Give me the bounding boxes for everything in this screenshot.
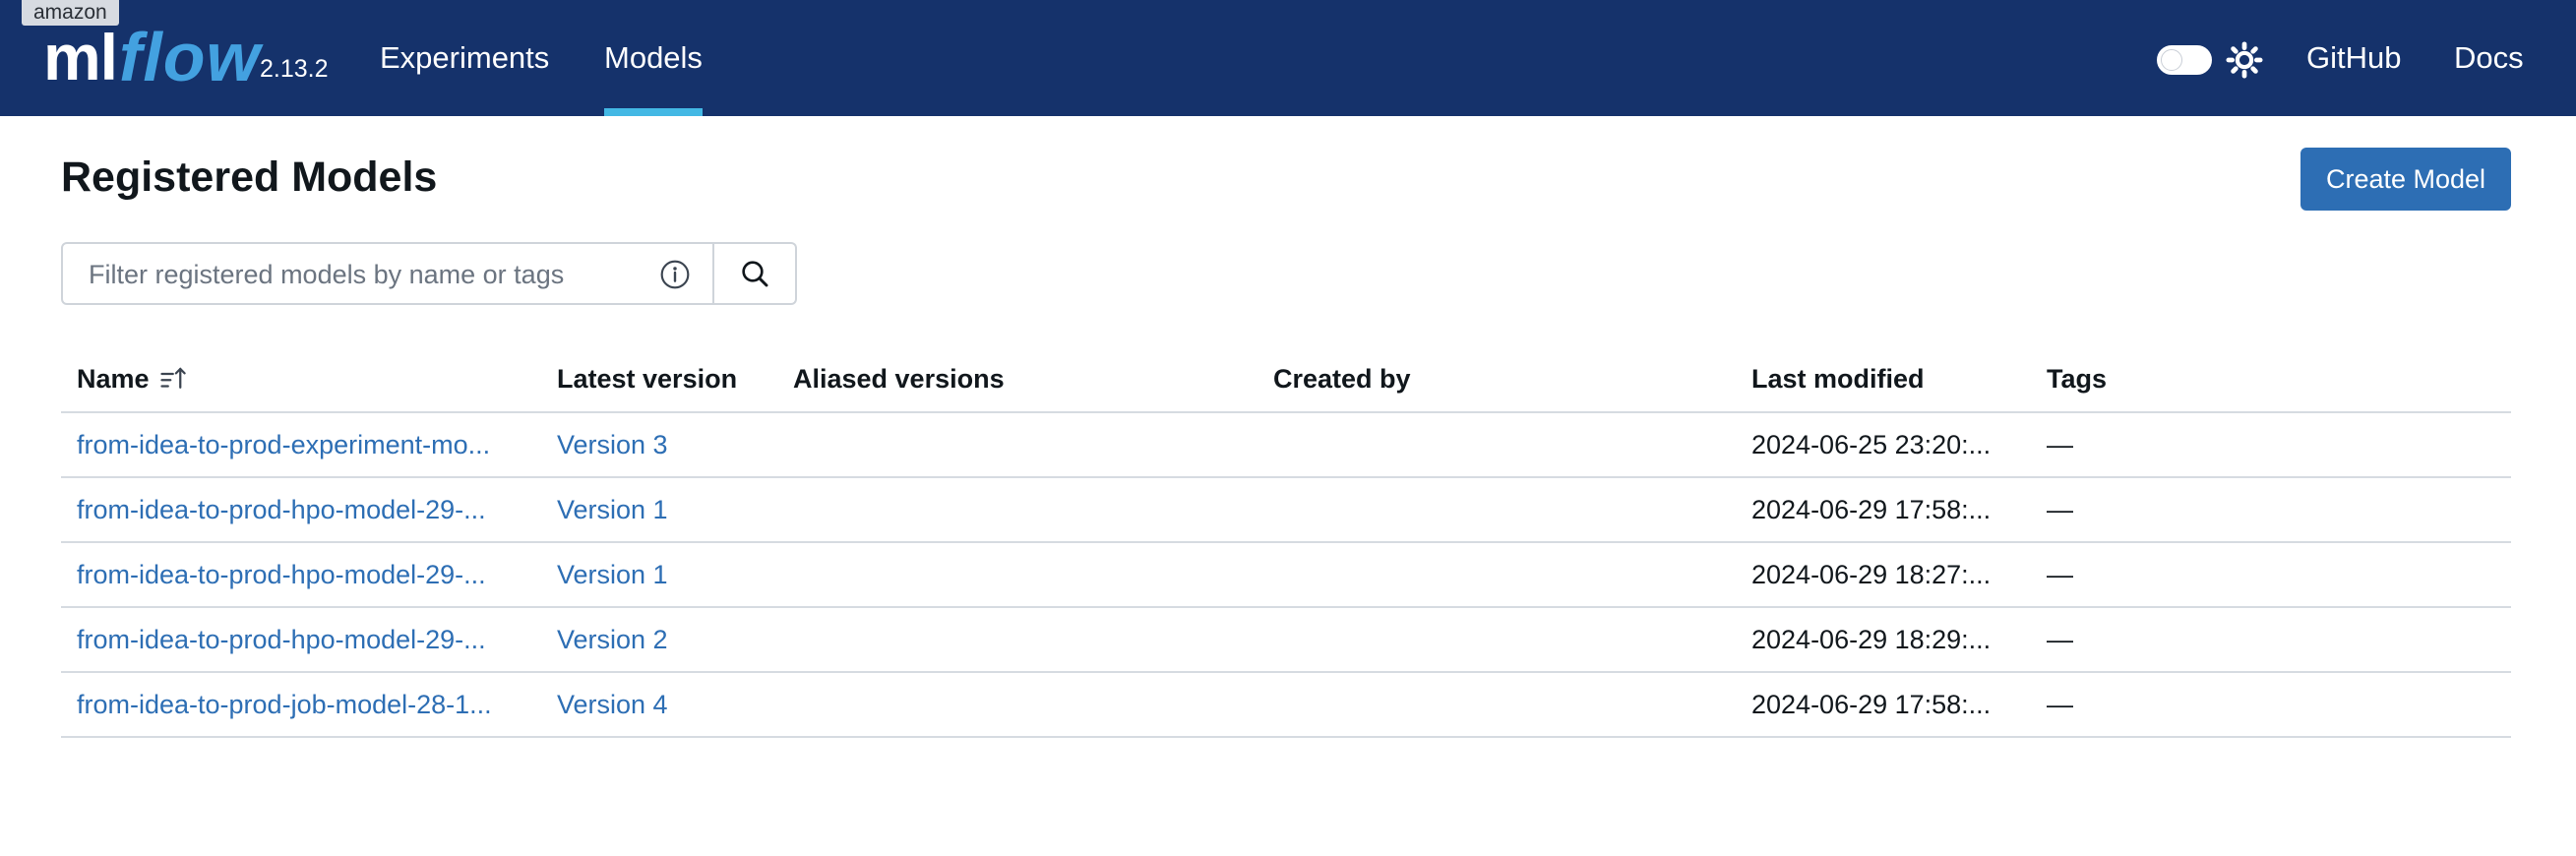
page-title: Registered Models xyxy=(61,153,438,201)
aliased-versions-cell xyxy=(793,608,1226,671)
logo-flow-text: flow xyxy=(119,19,261,95)
sort-ascending-icon[interactable] xyxy=(159,364,189,394)
last-modified-cell: 2024-06-29 17:58:... xyxy=(1751,494,1992,524)
latest-version-link[interactable]: Version 3 xyxy=(557,413,773,476)
aliased-versions-cell xyxy=(793,478,1226,541)
docs-link[interactable]: Docs xyxy=(2454,0,2524,116)
info-icon[interactable] xyxy=(659,259,691,290)
model-name-link[interactable]: from-idea-to-prod-hpo-model-29-... xyxy=(77,478,531,541)
model-name-link[interactable]: from-idea-to-prod-hpo-model-29-... xyxy=(77,543,531,606)
last-modified-cell: 2024-06-29 18:27:... xyxy=(1751,559,1992,589)
column-header-aliased-versions: Aliased versions xyxy=(793,363,1005,394)
created-by-cell xyxy=(1273,478,1706,541)
search-input[interactable] xyxy=(87,244,651,305)
nav-tab-models[interactable]: Models xyxy=(604,0,703,116)
github-link[interactable]: GitHub xyxy=(2306,0,2401,116)
created-by-cell xyxy=(1273,543,1706,606)
model-name-link[interactable]: from-idea-to-prod-job-model-28-1... xyxy=(77,673,531,736)
aliased-versions-cell xyxy=(793,413,1226,476)
nav-tab-experiments[interactable]: Experiments xyxy=(380,0,549,116)
search-icon xyxy=(742,261,768,287)
registered-models-table: Name Latest version Aliased versions Cre… xyxy=(61,346,2511,738)
search-field-container xyxy=(61,242,714,305)
last-modified-cell: 2024-06-29 17:58:... xyxy=(1751,689,1992,719)
create-model-button[interactable]: Create Model xyxy=(2300,148,2511,211)
created-by-cell xyxy=(1273,413,1706,476)
column-header-last-modified: Last modified xyxy=(1751,363,1925,394)
column-header-created-by: Created by xyxy=(1273,363,1411,394)
table-header: Name Latest version Aliased versions Cre… xyxy=(61,346,2511,413)
table-row: from-idea-to-prod-hpo-model-29-... Versi… xyxy=(61,478,2511,543)
tags-cell: — xyxy=(2047,429,2073,459)
search-button[interactable] xyxy=(714,242,797,305)
search-bar xyxy=(61,242,797,305)
column-header-name[interactable]: Name xyxy=(77,346,531,411)
logo-ml-text: ml xyxy=(43,21,118,93)
latest-version-link[interactable]: Version 4 xyxy=(557,673,773,736)
nav-tab-experiments-label: Experiments xyxy=(380,40,550,75)
created-by-cell xyxy=(1273,673,1706,736)
table-row: from-idea-to-prod-hpo-model-29-... Versi… xyxy=(61,608,2511,673)
model-name-link[interactable]: from-idea-to-prod-hpo-model-29-... xyxy=(77,608,531,671)
table-row: from-idea-to-prod-hpo-model-29-... Versi… xyxy=(61,543,2511,608)
tags-cell: — xyxy=(2047,494,2073,524)
last-modified-cell: 2024-06-25 23:20:... xyxy=(1751,429,1992,459)
column-header-latest-version: Latest version xyxy=(557,363,738,394)
active-tab-indicator xyxy=(604,108,703,116)
tags-cell: — xyxy=(2047,624,2073,654)
aliased-versions-cell xyxy=(793,543,1226,606)
tags-cell: — xyxy=(2047,559,2073,589)
latest-version-link[interactable]: Version 1 xyxy=(557,543,773,606)
column-header-tags: Tags xyxy=(2047,363,2108,394)
tags-cell: — xyxy=(2047,689,2073,719)
table-row: from-idea-to-prod-job-model-28-1... Vers… xyxy=(61,673,2511,738)
model-name-link[interactable]: from-idea-to-prod-experiment-mo... xyxy=(77,413,531,476)
nav-tab-models-label: Models xyxy=(604,40,703,75)
created-by-cell xyxy=(1273,608,1706,671)
latest-version-link[interactable]: Version 1 xyxy=(557,478,773,541)
toggle-knob xyxy=(2161,49,2182,71)
theme-toggle-switch[interactable] xyxy=(2157,45,2212,75)
sun-icon[interactable] xyxy=(2226,41,2263,79)
column-header-name-label: Name xyxy=(77,363,150,394)
mlflow-logo[interactable]: ml flow xyxy=(43,18,261,96)
top-navigation-bar: amazon ml flow 2.13.2 Experiments Models… xyxy=(0,0,2576,116)
last-modified-cell: 2024-06-29 18:29:... xyxy=(1751,624,1992,654)
aliased-versions-cell xyxy=(793,673,1226,736)
latest-version-link[interactable]: Version 2 xyxy=(557,608,773,671)
version-label: 2.13.2 xyxy=(260,55,329,83)
table-row: from-idea-to-prod-experiment-mo... Versi… xyxy=(61,413,2511,478)
